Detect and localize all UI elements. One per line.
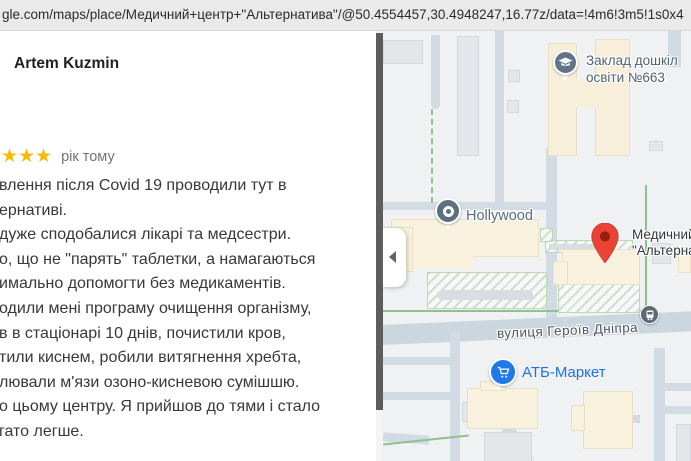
hollywood-poi-pin[interactable]: [435, 198, 461, 224]
vegetation-line: [431, 109, 433, 203]
medical-center-label[interactable]: Медичний "Альтерна: [632, 227, 691, 259]
school-poi-pin[interactable]: [553, 50, 578, 75]
road: [383, 392, 453, 400]
review-panel: Artem Kuzmin ★★★ рік тому влення після Co…: [0, 31, 376, 461]
bus-stop-icon[interactable]: [640, 305, 659, 324]
review-text-line: ернативі.: [0, 199, 376, 224]
road: [431, 35, 440, 109]
shopping-cart-icon: [496, 365, 511, 380]
scrollbar-thumb[interactable]: [376, 33, 383, 410]
review-text: влення після Covid 19 проводили тут в ер…: [0, 174, 376, 445]
review-text-line: лювали м'язи озоно-кисневою сумішшю.: [0, 371, 376, 396]
review-text-line: гато легше.: [0, 420, 376, 445]
building: [676, 424, 691, 461]
review-text-line: о цьому центру. Я прийшов до тями і стал…: [0, 395, 376, 420]
hatched-area: [540, 228, 553, 242]
collapse-panel-button[interactable]: [383, 228, 406, 287]
building: [457, 36, 479, 156]
building: [649, 141, 663, 151]
browser-address-bar[interactable]: gle.com/maps/place/Медичний+центр+"Альте…: [0, 0, 691, 31]
building: [508, 70, 520, 82]
building: [484, 432, 532, 461]
url-text[interactable]: gle.com/maps/place/Медичний+центр+"Альте…: [2, 7, 684, 22]
road: [665, 406, 691, 414]
review-text-line: в в стаціонарі 10 днів, почистили кров,: [0, 322, 376, 347]
map-canvas[interactable]: Заклад дошкіл освіти №663 Hollywood Меди…: [383, 31, 691, 461]
star-rating-icons: ★★★: [1, 146, 52, 167]
road: [665, 383, 691, 391]
building: [413, 251, 473, 269]
building: [553, 261, 568, 285]
hollywood-poi-label[interactable]: Hollywood: [466, 208, 533, 225]
road: [495, 31, 504, 207]
reviewer-name[interactable]: Artem Kuzmin: [14, 55, 119, 73]
school-poi-label[interactable]: Заклад дошкіл освіти №663: [586, 52, 678, 86]
panel-scrollbar[interactable]: [376, 31, 383, 461]
review-text-line: о, що не "парять" таблетки, а намагаютьс…: [0, 248, 376, 273]
building-atb: [467, 388, 538, 429]
building: [383, 40, 423, 64]
review-text-line: одили мені програму очищення організму,: [0, 297, 376, 322]
atb-poi-pin[interactable]: [489, 358, 517, 386]
path: [437, 290, 533, 300]
road: [654, 348, 665, 461]
review-text-line: влення після Covid 19 проводили тут в: [0, 174, 376, 199]
review-text-line: имально допомогти без медикаментів.: [0, 272, 376, 297]
road: [383, 357, 453, 365]
building: [507, 100, 519, 113]
atb-market-label[interactable]: АТБ-Маркет: [522, 364, 606, 381]
building: [583, 391, 633, 449]
review-text-line: дуже сподобалися лікарі та медсестри.: [0, 223, 376, 248]
graduation-cap-icon: [558, 55, 573, 70]
red-place-marker-icon[interactable]: [591, 223, 619, 263]
rating-row: ★★★ рік тому: [1, 145, 115, 167]
building: [571, 405, 585, 431]
review-text-line: тили киснем, робили витягнення хребта,: [0, 346, 376, 371]
chevron-left-icon: [389, 251, 396, 263]
review-age: рік тому: [61, 149, 115, 165]
place-dot-icon: [443, 206, 454, 217]
